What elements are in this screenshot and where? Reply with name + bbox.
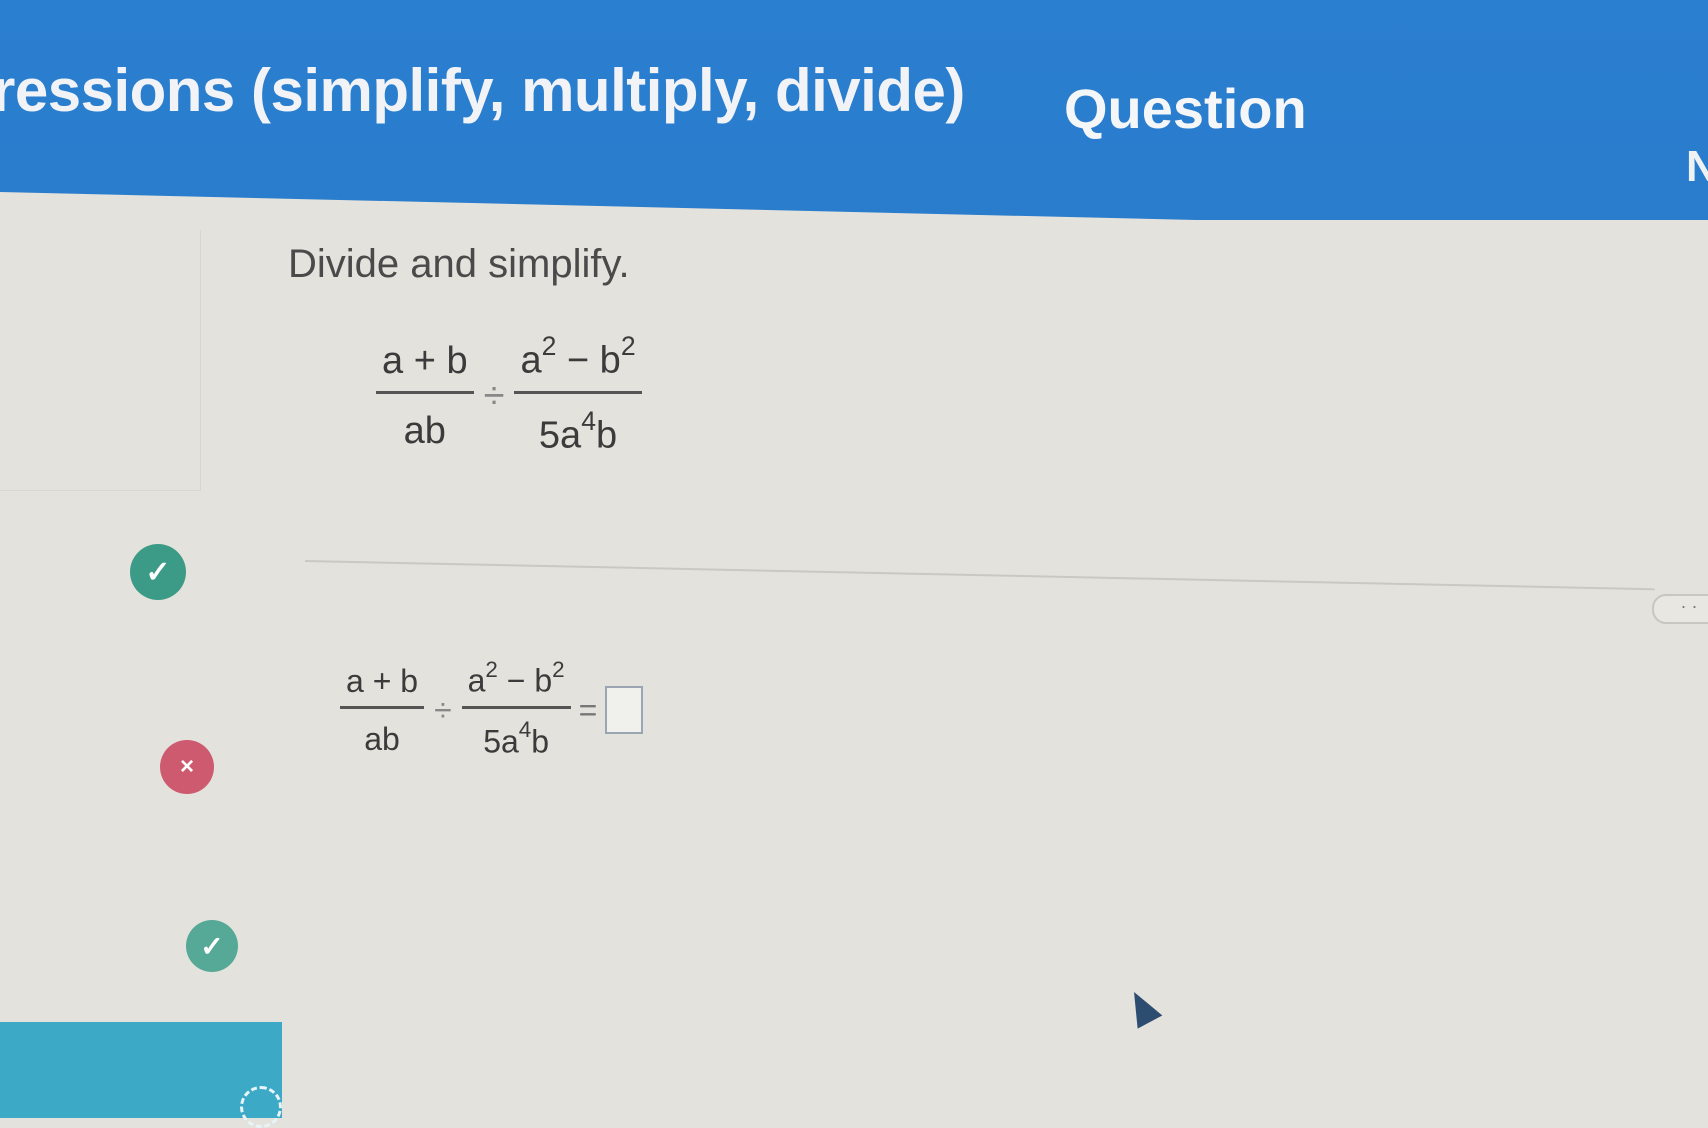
check-circle-icon[interactable]: ✓ [130,544,186,600]
mouse-cursor-icon [1121,985,1163,1029]
exponent: 2 [541,331,557,362]
exponent: 2 [620,331,636,362]
left-fraction: a + b ab [340,662,425,758]
left-numerator: a + b [382,339,468,382]
right-denominator: 5a4b [477,717,555,761]
page-title: ressions (simplify, multiply, divide) [0,57,965,124]
section-divider [304,560,1655,591]
question-label: Question [1064,77,1307,140]
answer-input-box[interactable] [605,686,644,735]
instruction-text: Divide and simplify. [288,242,630,286]
answer-expression: a + b ab ÷ a2 − b2 5a4b = [340,656,644,761]
left-numerator: a + b [346,662,419,699]
term-b: b [596,414,618,457]
problem-expression: a + b ab ÷ a2 − b2 5a4b [376,331,642,458]
more-options-button[interactable]: · · [1652,594,1708,624]
term-minus-b: − b [556,339,621,382]
term-5a: 5a [538,414,582,457]
term-a: a [467,662,486,699]
term-5a: 5a [483,723,519,760]
equals-sign: = [578,691,598,728]
fraction-bar [514,390,642,394]
term-a: a [520,339,542,382]
right-denominator: 5a4b [533,406,623,458]
exponent: 2 [552,656,565,682]
left-denominator: ab [364,720,400,757]
right-numerator: a2 − b2 [462,656,571,700]
divide-operator: ÷ [434,691,452,728]
check-circle-icon[interactable]: ✓ [186,920,238,972]
left-denominator: ab [403,409,446,452]
exponent: 4 [518,717,532,743]
fraction-bar [461,705,571,709]
header-trailing-text: N [1686,142,1708,191]
left-fraction: a + b ab [376,340,474,453]
fraction-bar [376,390,474,394]
exponent: 4 [581,405,596,436]
right-fraction: a2 − b2 5a4b [461,656,571,761]
divide-operator: ÷ [483,374,505,417]
exponent: 2 [485,656,498,682]
right-numerator: a2 − b2 [514,331,641,383]
fraction-bar [340,705,425,709]
x-circle-icon[interactable]: × [160,740,214,794]
term-minus-b: − b [497,662,553,699]
spinner-icon [240,1086,282,1128]
term-b: b [531,723,550,760]
right-fraction: a2 − b2 5a4b [514,331,642,458]
sidebar-column [0,230,201,491]
